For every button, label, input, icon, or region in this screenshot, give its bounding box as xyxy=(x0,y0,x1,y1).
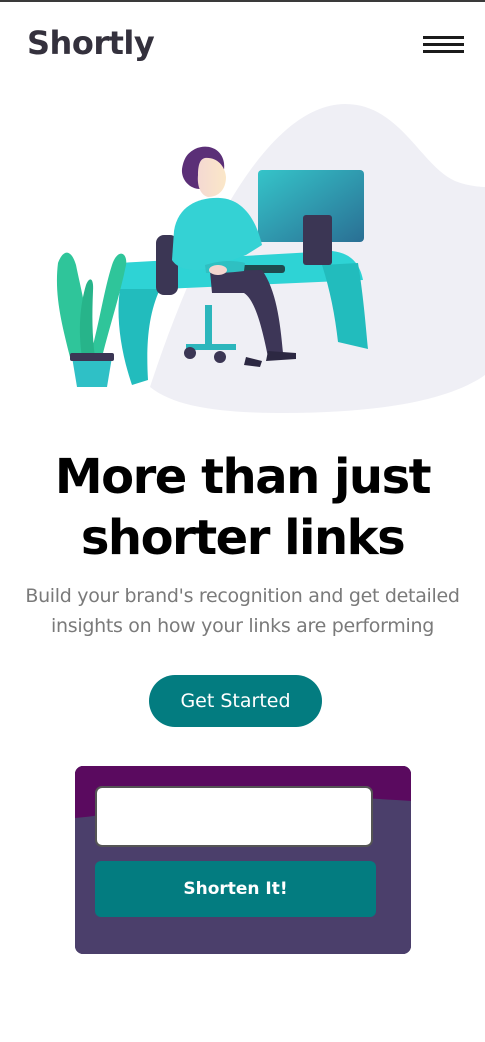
hero-illustration xyxy=(56,104,485,413)
plant-leaf-mid xyxy=(79,279,95,357)
site-header: Shortly xyxy=(0,2,485,90)
person-hand xyxy=(209,265,227,275)
menu-bar-bottom xyxy=(423,50,464,53)
chair-wheel-right xyxy=(214,351,226,363)
menu-bar-middle xyxy=(423,43,464,46)
plant-pot-rim xyxy=(70,353,114,361)
chair-post xyxy=(205,305,212,347)
shorten-it-button[interactable]: Shorten It! xyxy=(95,861,376,917)
monitor-stand xyxy=(303,215,332,265)
shorten-card: Shorten It! xyxy=(75,766,411,954)
get-started-button[interactable]: Get Started xyxy=(149,675,322,727)
menu-bar-top xyxy=(423,36,464,39)
hamburger-menu-icon[interactable] xyxy=(423,35,465,57)
plant-pot xyxy=(72,357,112,387)
hero-subtext: Build your brand's recognition and get d… xyxy=(25,585,460,637)
hero-headline: More than just shorter links xyxy=(54,449,432,566)
shortly-logo[interactable]: Shortly xyxy=(27,24,155,62)
url-input[interactable] xyxy=(95,786,373,847)
desk-left-leg xyxy=(118,289,160,385)
chair-wheel-left xyxy=(184,347,196,359)
